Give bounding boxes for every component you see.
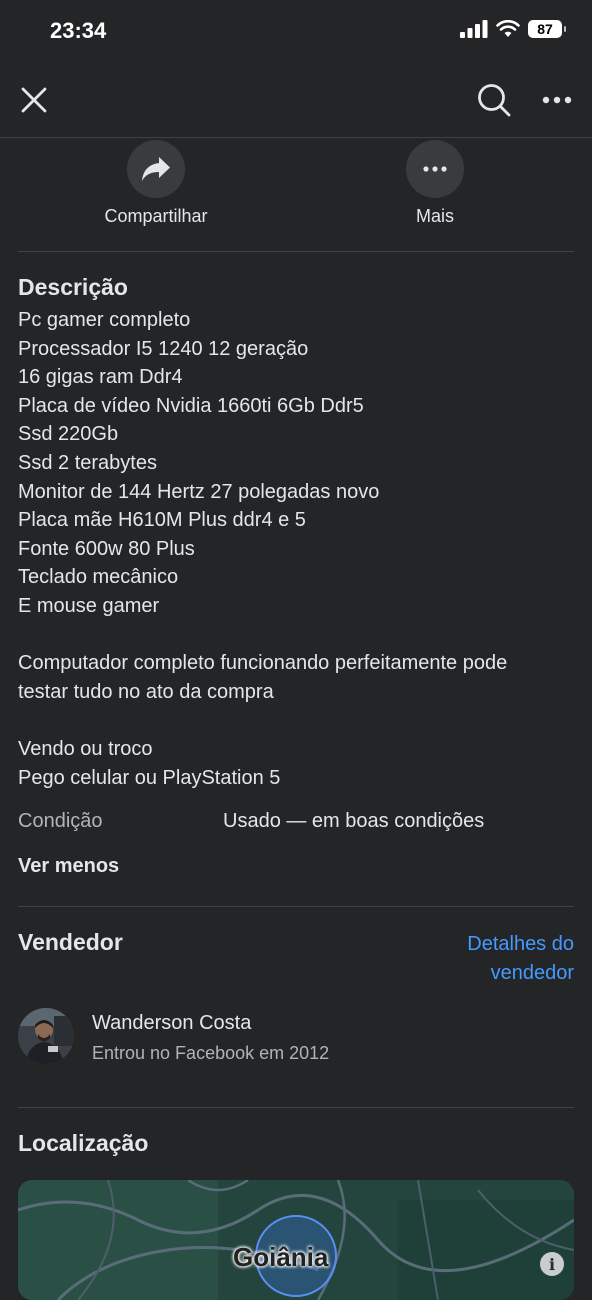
divider (18, 906, 574, 907)
status-icons: 87 (460, 20, 566, 38)
signal-icon (460, 20, 488, 38)
description-line: Teclado mecânico (18, 566, 179, 589)
description-blank-line (18, 706, 578, 735)
avatar-photo (18, 1008, 74, 1064)
description-line: Computador completo funcionando perfeita… (18, 652, 508, 675)
top-bar (0, 64, 592, 138)
condition-label: Condição (18, 810, 103, 832)
description-line: Ssd 2 terabytes (18, 451, 157, 474)
location-title: Localização (18, 1130, 149, 1156)
share-action[interactable]: Compartilhar (76, 140, 236, 227)
seller-joined-text: Entrou no Facebook em 2012 (92, 1043, 330, 1063)
description-line: Processador I5 1240 12 geração (18, 337, 309, 360)
description-text: Pc gamer completo Processador I5 1240 12… (18, 306, 578, 792)
avatar[interactable] (18, 1008, 74, 1064)
see-less-button[interactable]: Ver menos (18, 855, 119, 878)
description-blank-line (18, 621, 578, 650)
map-city-label: Goiânia (233, 1242, 329, 1272)
wifi-icon (496, 20, 520, 37)
divider (18, 1107, 574, 1108)
seller-details-link-line: vendedor (490, 962, 574, 984)
description-line: E mouse gamer (18, 594, 160, 617)
search-icon (478, 84, 511, 117)
description-line: Placa de vídeo Nvidia 1660ti 6Gb Ddr5 (18, 394, 364, 417)
close-icon (21, 87, 47, 113)
seller-details-link-line: Detalhes do (467, 933, 574, 955)
description-line: 16 gigas ram Ddr4 (18, 366, 183, 389)
description-line: Ssd 220Gb (18, 423, 119, 446)
more-horizontal-icon (542, 96, 572, 104)
action-row: Compartilhar Mais (0, 140, 592, 250)
description-line: Vendo ou troco (18, 737, 153, 760)
description-line: Placa mãe H610M Plus ddr4 e 5 (18, 509, 306, 532)
divider (18, 251, 574, 252)
search-button[interactable] (474, 80, 514, 120)
info-icon[interactable]: i (540, 1252, 564, 1276)
share-icon (142, 157, 170, 181)
more-action[interactable]: Mais (355, 140, 515, 227)
seller-details-link[interactable]: Detalhes do vendedor (374, 930, 574, 988)
more-button[interactable] (406, 140, 464, 198)
close-button[interactable] (16, 82, 52, 118)
more-options-button[interactable] (538, 82, 576, 118)
description-line: Monitor de 144 Hertz 27 polegadas novo (18, 480, 380, 503)
description-line: testar tudo no ato da compra (18, 680, 274, 703)
description-line: Fonte 600w 80 Plus (18, 537, 195, 560)
more-label: Mais (415, 206, 454, 226)
more-icon (423, 166, 447, 172)
description-line: Pc gamer completo (18, 309, 191, 331)
battery-icon: 87 (528, 20, 566, 38)
description-line: Pego celular ou PlayStation 5 (18, 766, 281, 789)
location-map[interactable]: Goiânia i (18, 1180, 574, 1300)
share-label: Compartilhar (104, 206, 208, 226)
seller-name[interactable]: Wanderson Costa (92, 1012, 251, 1035)
seller-title: Vendedor (18, 929, 123, 955)
map-background (18, 1180, 574, 1300)
status-bar: 23:34 87 (0, 0, 592, 64)
description-title: Descrição (18, 274, 128, 300)
condition-value: Usado — em boas condições (223, 810, 485, 832)
share-button[interactable] (127, 140, 185, 198)
status-time: 23:34 (50, 18, 107, 43)
